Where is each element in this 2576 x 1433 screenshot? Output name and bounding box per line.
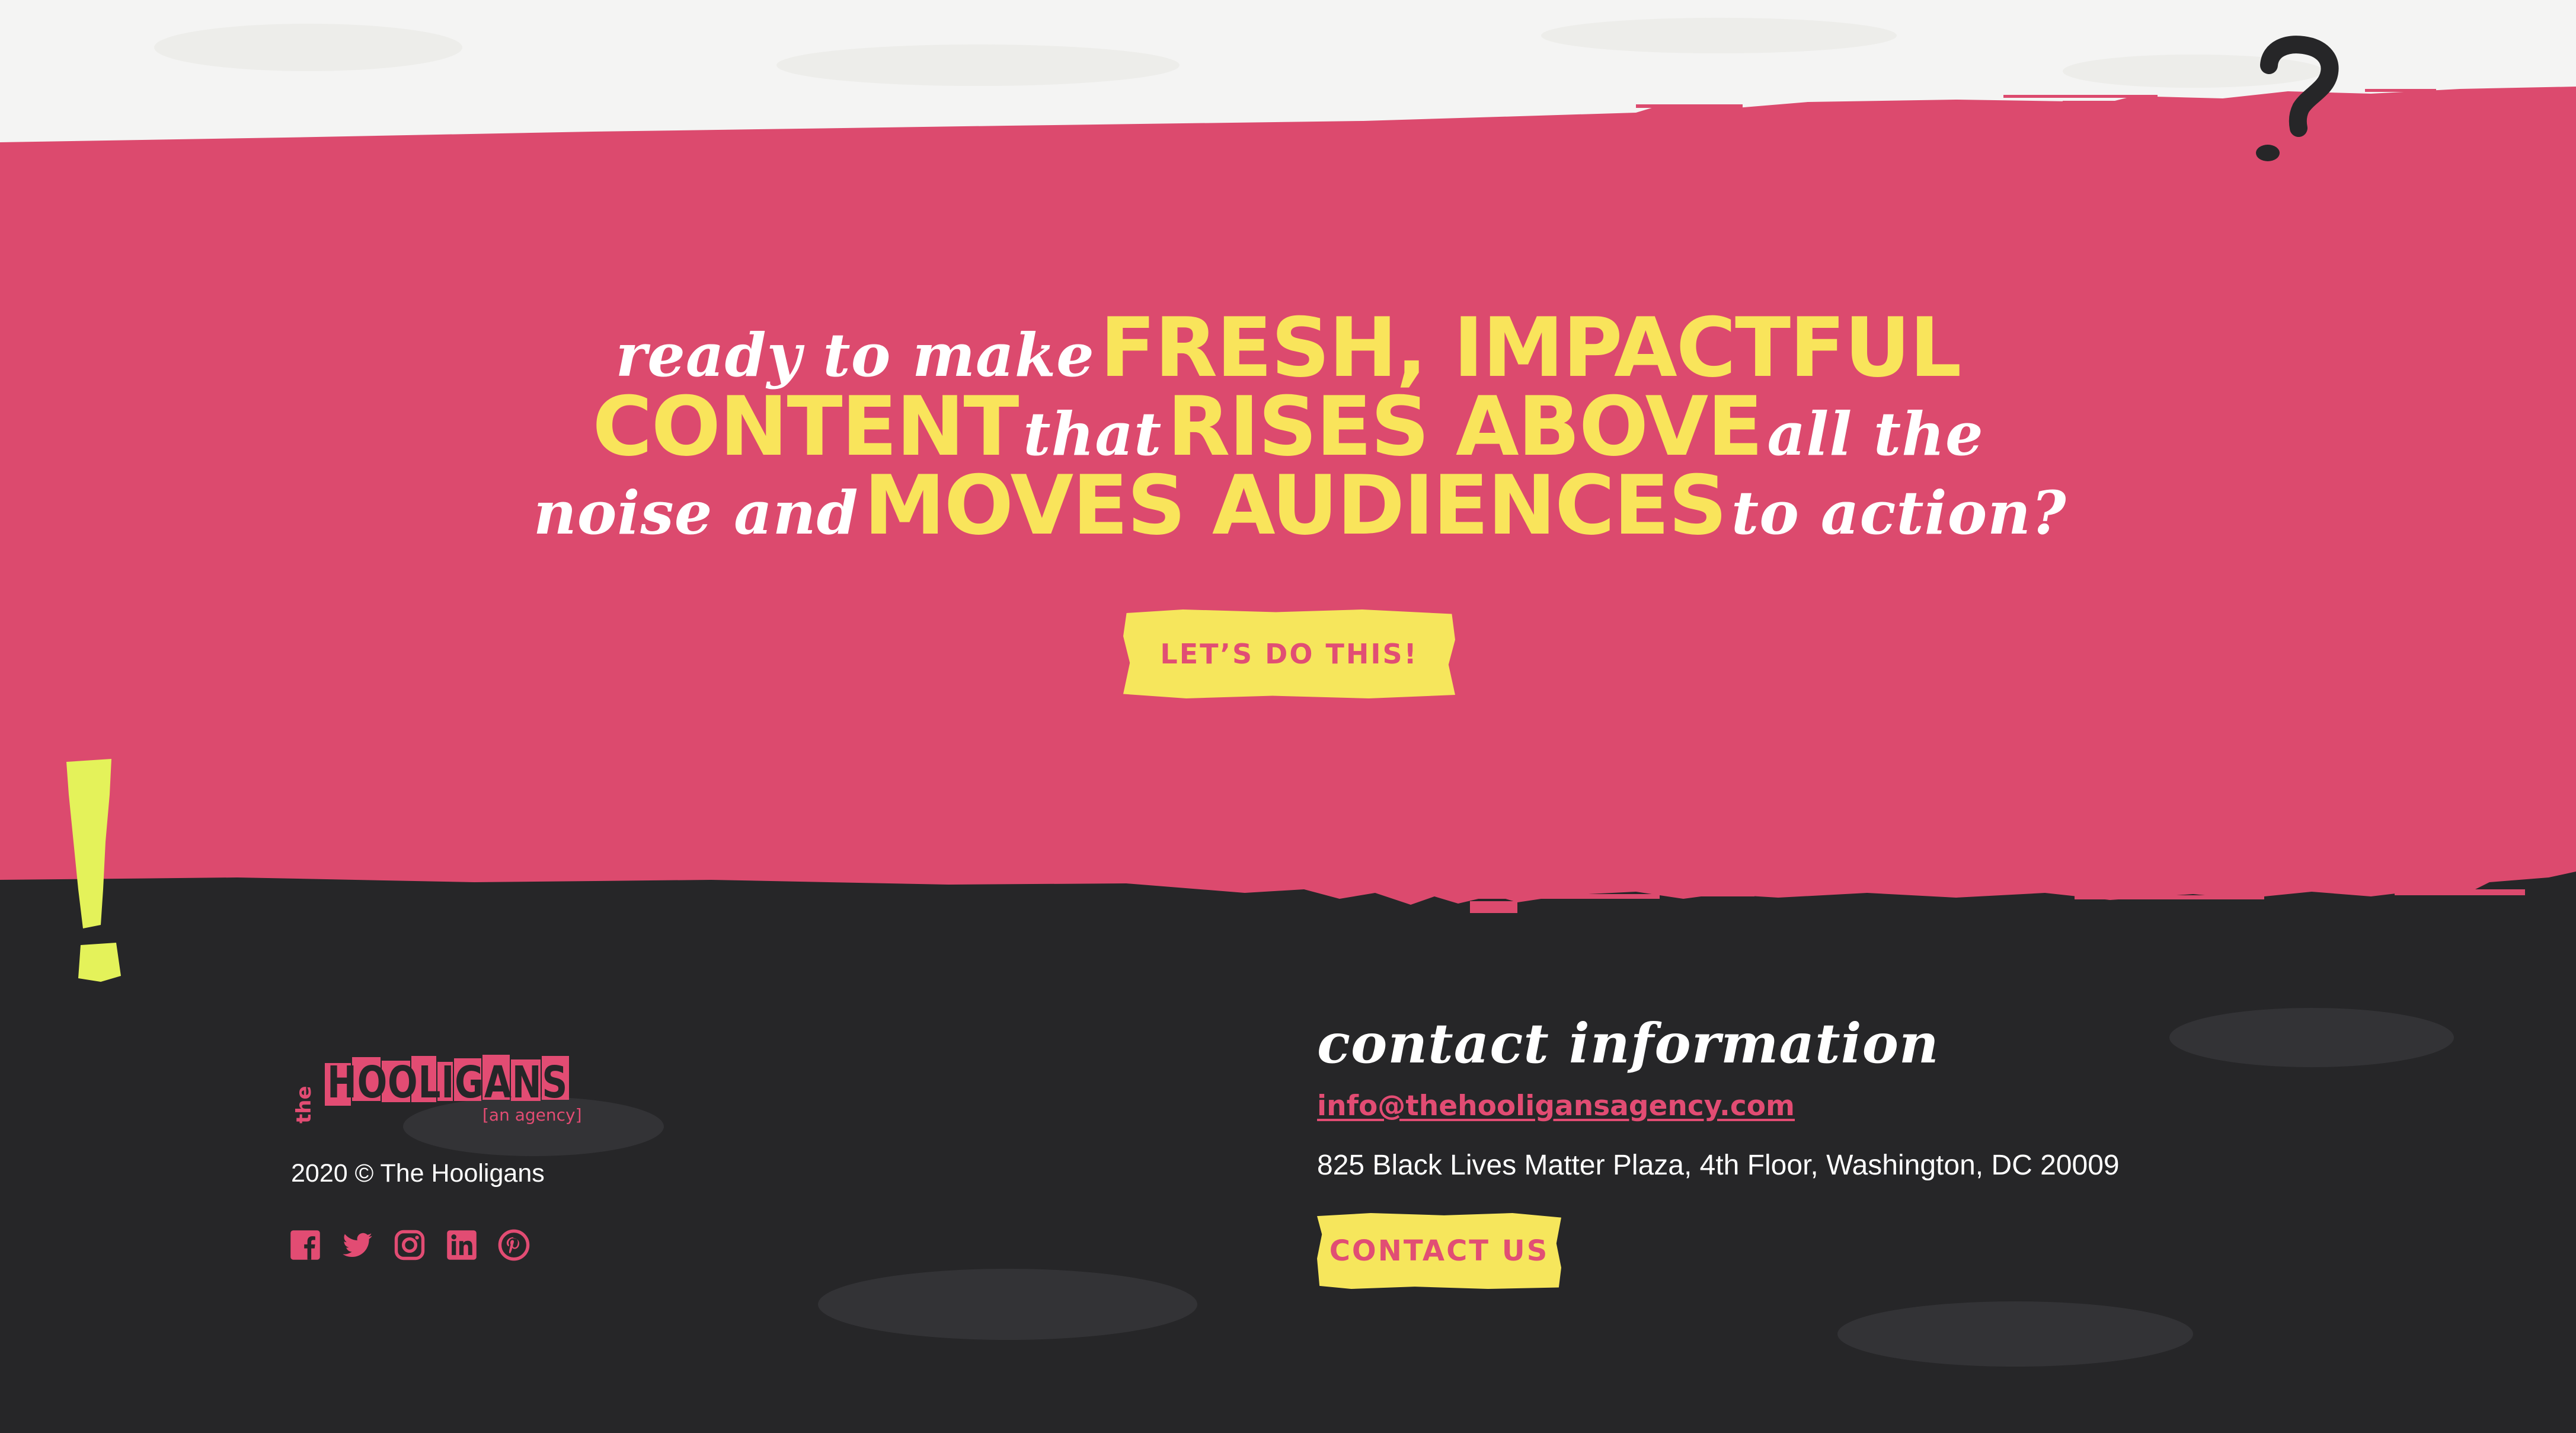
instagram-icon[interactable] <box>394 1229 426 1261</box>
logo-main-text: HOOLIGANS <box>327 1057 568 1108</box>
hooligans-logo[interactable]: the HOOLIGANS [an agency] <box>294 1035 588 1129</box>
hero-line-1: ready to make FRESH, IMPACTFUL <box>533 307 2043 391</box>
contact-email-link[interactable]: info@thehooligansagency.com <box>1317 1090 1795 1122</box>
logo-tagline: [an agency] <box>482 1105 582 1125</box>
linkedin-icon[interactable] <box>446 1229 478 1261</box>
hero-bold-moves: MOVES AUDIENCES <box>864 458 1727 553</box>
contact-heading: contact information <box>1317 1011 1939 1075</box>
hero-line-2: CONTENT that RISES ABOVE all the <box>533 386 2043 470</box>
lets-do-this-button[interactable]: LET’S DO THIS! <box>1123 609 1455 698</box>
hero-script-noise: noise and <box>533 478 859 548</box>
hero-script-action: to action? <box>1731 478 2067 548</box>
background <box>0 0 2576 1433</box>
contact-us-button[interactable]: CONTACT US <box>1317 1213 1561 1289</box>
hero-line-3: noise and MOVES AUDIENCES to action? <box>533 465 2066 548</box>
logo-small-text: the <box>294 1086 316 1124</box>
social-links <box>289 1229 530 1261</box>
hero-headline: ready to make FRESH, IMPACTFUL CONTENT t… <box>533 307 2066 548</box>
page: ready to make FRESH, IMPACTFUL CONTENT t… <box>0 0 2576 1433</box>
pinterest-icon[interactable] <box>498 1229 530 1261</box>
footer-dark-band <box>0 870 2576 1433</box>
twitter-icon[interactable] <box>341 1229 373 1261</box>
facebook-icon[interactable] <box>289 1229 321 1261</box>
hero-script-allthe: all the <box>1767 399 1984 469</box>
contact-address: 825 Black Lives Matter Plaza, 4th Floor,… <box>1317 1150 2120 1181</box>
copyright-text: 2020 © The Hooligans <box>291 1159 545 1188</box>
